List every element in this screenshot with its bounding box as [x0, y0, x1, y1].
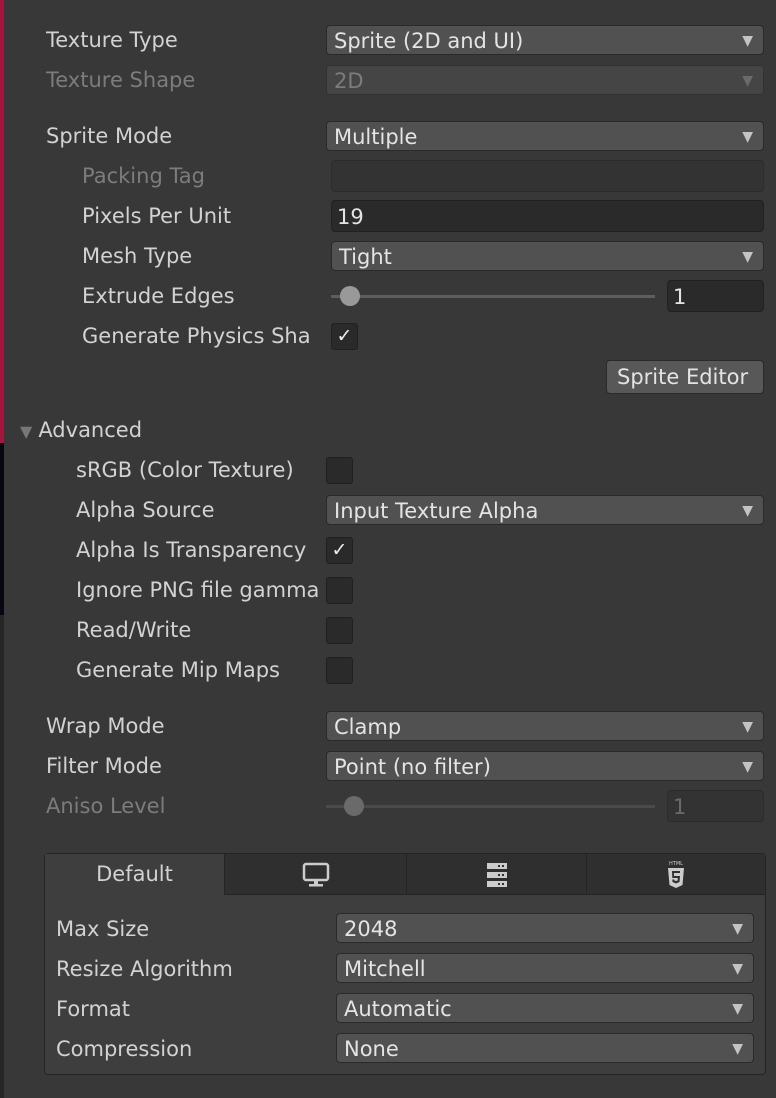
tab-default-label: Default: [96, 862, 173, 886]
chevron-down-icon: ▼: [742, 33, 753, 49]
format-value: Automatic: [344, 997, 452, 1021]
sprite-mode-label: Sprite Mode: [46, 124, 173, 148]
tab-default[interactable]: Default: [45, 854, 225, 895]
mesh-type-dropdown[interactable]: Tight ▼: [331, 241, 764, 271]
checkmark-icon: ✓: [331, 539, 348, 561]
srgb-label: sRGB (Color Texture): [76, 458, 294, 482]
filter-mode-value: Point (no filter): [334, 755, 491, 779]
pixels-per-unit-input[interactable]: 19: [331, 200, 764, 232]
platform-settings-panel: Default HTML Max Size 2048 ▼ Resize Algor…: [44, 853, 766, 1075]
chevron-down-icon: ▼: [742, 129, 753, 145]
chevron-down-icon: ▼: [742, 759, 753, 775]
html5-icon: HTML: [668, 861, 684, 888]
generate-physics-shape-label: Generate Physics Sha: [82, 324, 311, 348]
tab-standalone[interactable]: [225, 854, 407, 895]
chevron-down-icon: ▼: [742, 719, 753, 735]
generate-physics-shape-checkbox[interactable]: ✓: [331, 323, 358, 350]
wrap-mode-value: Clamp: [334, 715, 402, 739]
sprite-mode-dropdown[interactable]: Multiple ▼: [326, 121, 764, 151]
window-edge: [0, 615, 4, 1098]
compression-dropdown[interactable]: None ▼: [336, 1033, 754, 1063]
max-size-label: Max Size: [56, 917, 150, 941]
texture-type-value: Sprite (2D and UI): [334, 29, 524, 53]
texture-shape-dropdown: 2D ▼: [326, 65, 764, 95]
ignore-png-gamma-checkbox[interactable]: [326, 577, 353, 604]
alpha-source-value: Input Texture Alpha: [334, 499, 539, 523]
compression-label: Compression: [56, 1037, 193, 1061]
sprite-editor-button[interactable]: Sprite Editor: [606, 360, 764, 394]
server-icon: [486, 863, 507, 887]
read-write-label: Read/Write: [76, 618, 192, 642]
alpha-is-transparency-label: Alpha Is Transparency: [76, 538, 307, 562]
pixels-per-unit-label: Pixels Per Unit: [82, 204, 232, 228]
window-edge-accent: [0, 0, 4, 443]
max-size-value: 2048: [344, 917, 398, 941]
aniso-level-input: 1: [667, 790, 764, 822]
read-write-checkbox[interactable]: [326, 617, 353, 644]
resize-algorithm-label: Resize Algorithm: [56, 957, 233, 981]
svg-text:HTML: HTML: [669, 861, 683, 867]
checkmark-icon: ✓: [336, 325, 353, 347]
window-edge-dark: [0, 443, 4, 615]
texture-shape-label: Texture Shape: [46, 68, 196, 92]
alpha-is-transparency-checkbox[interactable]: ✓: [326, 537, 353, 564]
advanced-label: Advanced: [38, 418, 143, 442]
wrap-mode-label: Wrap Mode: [46, 714, 165, 738]
chevron-down-icon: ▼: [732, 921, 743, 937]
filter-mode-dropdown[interactable]: Point (no filter) ▼: [326, 751, 764, 781]
resize-algorithm-dropdown[interactable]: Mitchell ▼: [336, 953, 754, 983]
monitor-icon: [302, 862, 329, 887]
extrude-edges-slider-track[interactable]: [331, 295, 655, 298]
packing-tag-input: [331, 160, 764, 192]
generate-mip-maps-label: Generate Mip Maps: [76, 658, 280, 682]
alpha-source-dropdown[interactable]: Input Texture Alpha ▼: [326, 495, 764, 525]
alpha-source-label: Alpha Source: [76, 498, 215, 522]
generate-mip-maps-checkbox[interactable]: [326, 657, 353, 684]
extrude-edges-slider-thumb[interactable]: [340, 286, 360, 306]
packing-tag-label: Packing Tag: [82, 164, 205, 188]
aniso-level-slider-thumb: [344, 796, 364, 816]
ignore-png-gamma-label: Ignore PNG file gamma: [76, 578, 320, 602]
max-size-dropdown[interactable]: 2048 ▼: [336, 913, 754, 943]
texture-type-label: Texture Type: [46, 28, 178, 52]
compression-value: None: [344, 1037, 399, 1061]
mesh-type-label: Mesh Type: [82, 244, 193, 268]
sprite-mode-value: Multiple: [334, 125, 418, 149]
chevron-down-icon: ▼: [732, 1001, 743, 1017]
chevron-down-icon: ▼: [732, 961, 743, 977]
advanced-foldout[interactable]: ▼ Advanced: [20, 415, 142, 445]
filter-mode-label: Filter Mode: [46, 754, 162, 778]
format-dropdown[interactable]: Automatic ▼: [336, 993, 754, 1023]
triangle-down-icon: ▼: [20, 422, 33, 441]
format-label: Format: [56, 997, 131, 1021]
resize-algorithm-value: Mitchell: [344, 957, 426, 981]
chevron-down-icon: ▼: [742, 73, 753, 89]
tab-webgl[interactable]: HTML: [587, 854, 765, 895]
mesh-type-value: Tight: [339, 245, 392, 269]
extrude-edges-label: Extrude Edges: [82, 284, 235, 308]
wrap-mode-dropdown[interactable]: Clamp ▼: [326, 711, 764, 741]
texture-shape-value: 2D: [334, 69, 364, 93]
aniso-level-slider-track: [326, 805, 655, 808]
extrude-edges-input[interactable]: 1: [667, 280, 764, 312]
chevron-down-icon: ▼: [742, 249, 753, 265]
chevron-down-icon: ▼: [742, 503, 753, 519]
texture-type-dropdown[interactable]: Sprite (2D and UI) ▼: [326, 25, 764, 55]
chevron-down-icon: ▼: [732, 1041, 743, 1057]
tab-server[interactable]: [407, 854, 587, 895]
srgb-checkbox[interactable]: [326, 457, 353, 484]
aniso-level-label: Aniso Level: [46, 794, 166, 818]
